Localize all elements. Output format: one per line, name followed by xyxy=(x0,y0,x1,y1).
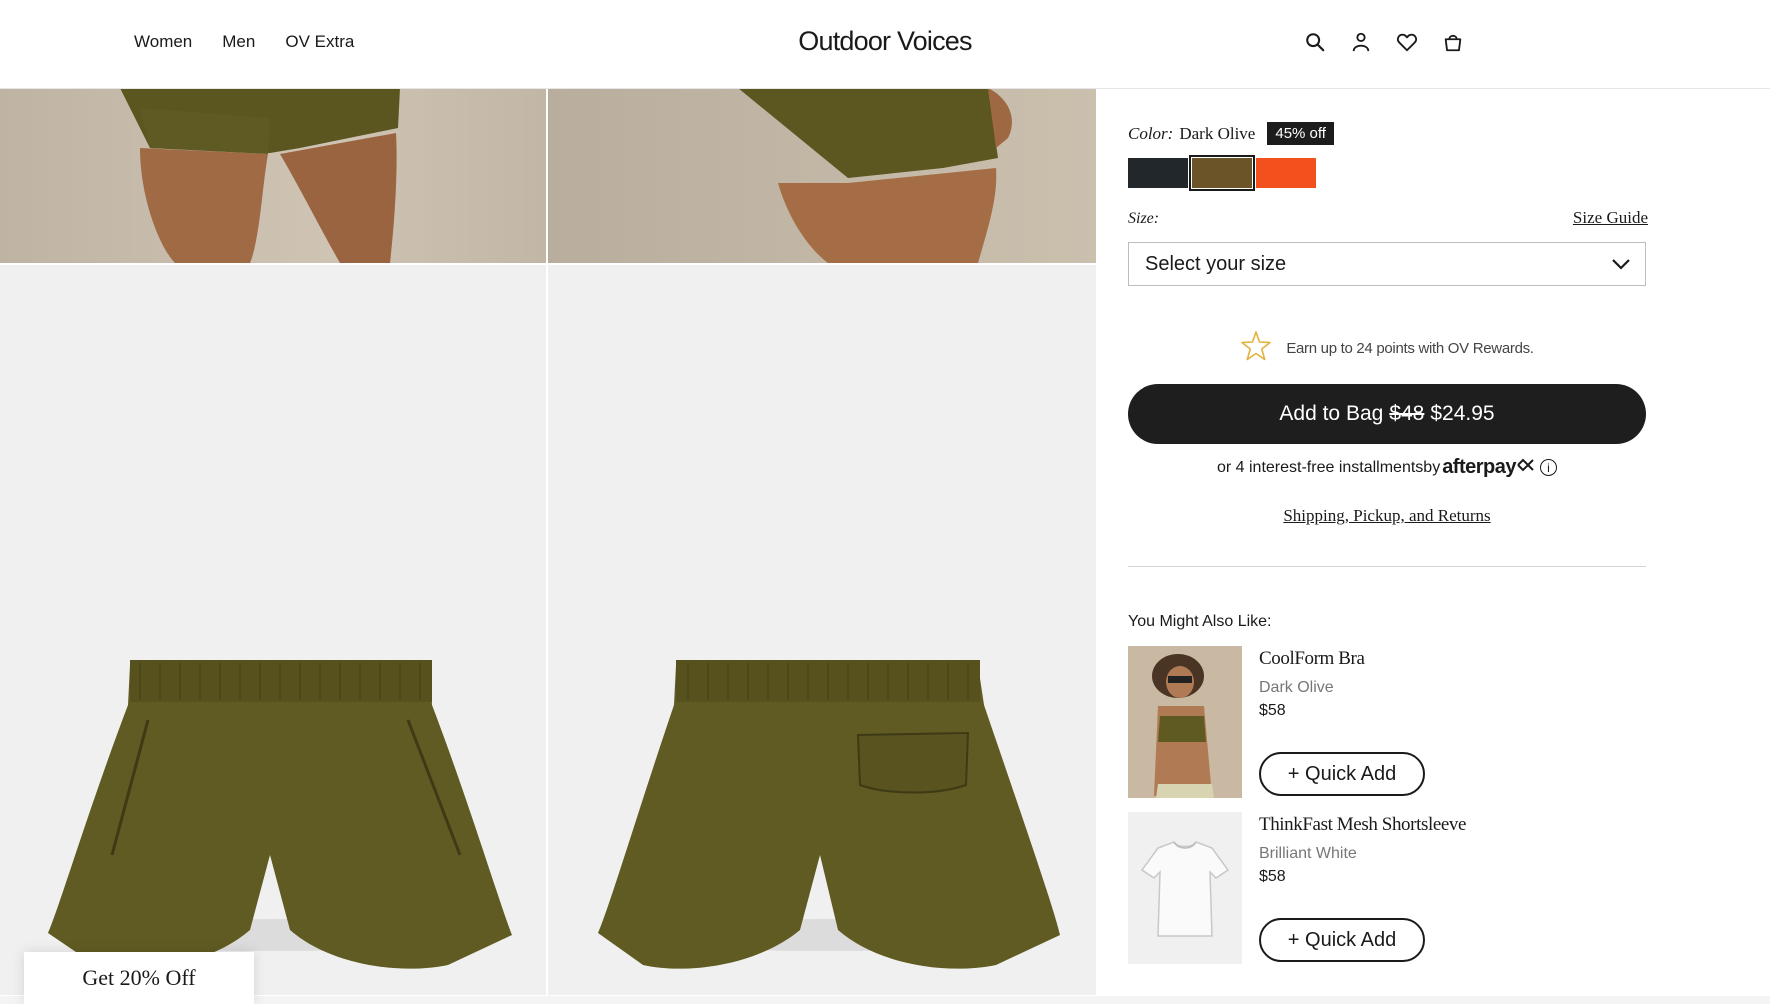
recommendation-price: $58 xyxy=(1259,868,1286,885)
size-guide-link[interactable]: Size Guide xyxy=(1573,208,1648,228)
gallery-image-model-side[interactable] xyxy=(548,88,1096,263)
info-icon[interactable]: i xyxy=(1540,459,1557,476)
size-select[interactable]: Select your size xyxy=(1128,242,1646,286)
add-to-bag-label: Add to Bag xyxy=(1279,402,1384,425)
recommendation-image[interactable] xyxy=(1128,646,1242,798)
afterpay-arrows-icon xyxy=(1516,458,1536,477)
recommendation-variant: Dark Olive xyxy=(1259,679,1334,696)
recommendation-image[interactable] xyxy=(1128,812,1242,964)
promo-tab[interactable]: Get 20% Off xyxy=(24,952,254,1004)
original-price: $48 xyxy=(1389,402,1425,425)
swatch-orange[interactable] xyxy=(1256,158,1316,188)
size-label: Size: xyxy=(1128,210,1160,227)
recommendations-title: You Might Also Like: xyxy=(1128,613,1272,630)
size-select-placeholder: Select your size xyxy=(1145,252,1287,275)
product-gallery xyxy=(0,88,1096,996)
gallery-image-flat-front[interactable] xyxy=(0,265,546,995)
page-bottom-strip xyxy=(0,996,1770,1004)
add-to-bag-button[interactable]: Add to Bag $48 $24.95 xyxy=(1128,384,1646,444)
swatch-dark-olive[interactable] xyxy=(1189,155,1255,191)
site-logo[interactable]: Outdoor Voices xyxy=(0,26,1770,57)
header-icons xyxy=(1304,30,1464,54)
afterpay-text: or 4 interest-free installmentsby xyxy=(1216,458,1441,476)
sale-price: $24.95 xyxy=(1430,402,1495,425)
color-label: Color: xyxy=(1128,123,1174,143)
recommendation-variant: Brilliant White xyxy=(1259,845,1357,862)
recommendation-name[interactable]: CoolForm Bra xyxy=(1259,648,1365,670)
chevron-down-icon xyxy=(1611,253,1631,276)
shopping-bag-icon[interactable] xyxy=(1442,30,1464,54)
discount-badge: 45% off xyxy=(1267,122,1334,145)
wishlist-heart-icon[interactable] xyxy=(1396,30,1418,54)
divider xyxy=(1128,566,1646,567)
recommendation-price: $58 xyxy=(1259,702,1286,719)
site-header: Women Men OV Extra Outdoor Voices xyxy=(0,0,1770,89)
rewards-text: Earn up to 24 points with OV Rewards. xyxy=(1286,339,1534,357)
recommendation-name[interactable]: ThinkFast Mesh Shortsleeve xyxy=(1259,814,1466,836)
gallery-image-model-front[interactable] xyxy=(0,88,546,263)
recommendation-item: ThinkFast Mesh Shortsleeve Brilliant Whi… xyxy=(1128,812,1646,964)
afterpay-row: or 4 interest-free installmentsby afterp… xyxy=(1128,456,1646,479)
afterpay-logo: afterpay xyxy=(1442,456,1516,478)
swatch-black[interactable] xyxy=(1128,158,1188,188)
account-icon[interactable] xyxy=(1350,30,1372,54)
quick-add-button[interactable]: + Quick Add xyxy=(1259,918,1425,962)
gallery-image-flat-back[interactable] xyxy=(548,265,1096,995)
star-icon xyxy=(1240,330,1272,366)
color-swatches xyxy=(1128,155,1316,191)
rewards-banner: Earn up to 24 points with OV Rewards. xyxy=(1128,330,1646,366)
search-icon[interactable] xyxy=(1304,30,1326,54)
color-value: Dark Olive xyxy=(1179,123,1256,143)
recommendation-item: CoolForm Bra Dark Olive $58 + Quick Add xyxy=(1128,646,1646,798)
quick-add-button[interactable]: + Quick Add xyxy=(1259,752,1425,796)
shipping-returns-link[interactable]: Shipping, Pickup, and Returns xyxy=(1128,506,1646,526)
color-row: Color: Dark Olive 45% off xyxy=(1128,122,1334,145)
